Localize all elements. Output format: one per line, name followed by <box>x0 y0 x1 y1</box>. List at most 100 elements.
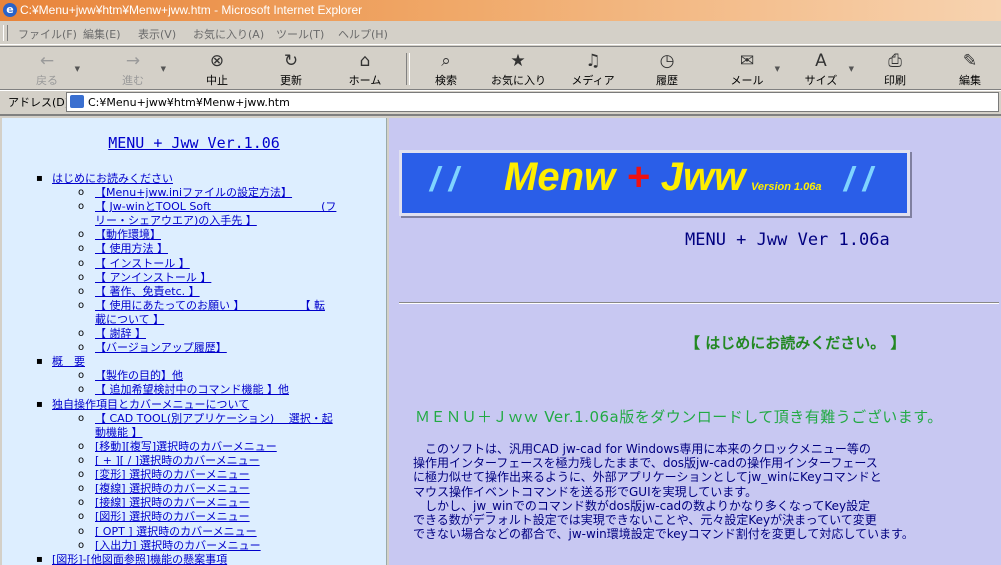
search-button[interactable]: ⌕ 検索 <box>419 51 473 87</box>
nav-link[interactable]: 【 使用方法 】 <box>95 242 168 256</box>
nav-link[interactable]: 【 Jw-winとTOOL Soft (フ <box>95 200 336 214</box>
print-button[interactable]: ⎙ 印刷 <box>868 51 922 87</box>
bullet-circle-icon: o <box>78 187 85 198</box>
forward-button[interactable]: → 進む ▼ <box>106 51 166 87</box>
printer-icon: ⎙ <box>888 51 902 71</box>
nav-link[interactable]: [移動][複写]選択時のカバーメニュー <box>95 440 277 454</box>
refresh-button[interactable]: ↻ 更新 <box>264 51 318 87</box>
home-button[interactable]: ⌂ ホーム <box>338 51 392 87</box>
back-button[interactable]: ← 戻る ▼ <box>20 51 80 87</box>
mail-icon: ✉ <box>739 51 755 71</box>
menu-edit[interactable]: 編集(E) <box>83 26 121 42</box>
menu-file[interactable]: ファイル(F) <box>18 26 77 42</box>
nav-link[interactable]: [入出力] 選択時のカバーメニュー <box>95 539 261 553</box>
nav-link[interactable]: 【 アンインストール 】 <box>95 271 211 285</box>
mail-dropdown-icon[interactable]: ▼ <box>775 65 780 73</box>
bullet-square-icon: ▪ <box>36 399 43 410</box>
nav-link[interactable]: リー・シェアウエア)の入手先 】 <box>95 214 257 228</box>
nav-link[interactable]: 載について 】 <box>95 313 164 327</box>
mail-button[interactable]: ✉ メール ▼ <box>720 51 781 87</box>
back-dropdown-icon[interactable]: ▼ <box>75 65 80 73</box>
nav-link[interactable]: 動機能 】 <box>95 426 143 440</box>
nav-link[interactable]: 概 要 <box>52 355 85 369</box>
bullet-circle-icon: o <box>78 243 85 254</box>
address-input[interactable]: C:¥Menu+jww¥htm¥Menw+jww.htm <box>66 92 999 112</box>
nav-link[interactable]: 【 インストール 】 <box>95 257 190 271</box>
size-dropdown-icon[interactable]: ▼ <box>849 65 854 73</box>
nav-link[interactable]: 【製作の目的】他 <box>95 369 183 383</box>
nav-item: o 【 使用にあたってのお願い 】 【 転 <box>2 299 386 313</box>
menu-tools[interactable]: ツール(T) <box>276 26 324 42</box>
bullet-circle-icon: o <box>78 469 85 480</box>
size-button[interactable]: A サイズ ▼ <box>794 51 854 87</box>
nav-item: o [ OPT ] 選択時のカバーメニュー <box>2 525 386 539</box>
menu-help[interactable]: ヘルプ(H) <box>338 26 388 42</box>
intro-paragraph: このソフトは、汎用CAD jw-cad for Windows専用に本来のクロッ… <box>413 442 914 542</box>
address-url[interactable]: C:¥Menu+jww¥htm¥Menw+jww.htm <box>88 96 290 109</box>
bullet-circle-icon: o <box>78 300 85 311</box>
forward-arrow-icon: → <box>125 51 141 71</box>
menubar-grip <box>3 25 8 41</box>
nav-link[interactable]: 【 追加希望検討中のコマンド機能 】他 <box>95 383 289 397</box>
bullet-circle-icon: o <box>78 272 85 283</box>
stop-button[interactable]: ⊗ 中止 <box>190 51 244 87</box>
bullet-square-icon: ▪ <box>36 554 43 565</box>
forward-dropdown-icon[interactable]: ▼ <box>161 65 166 73</box>
nav-item: o 【 インストール 】 <box>2 257 386 271</box>
favorites-button[interactable]: ★ お気に入り <box>491 51 546 87</box>
nav-link[interactable]: 【バージョンアップ履歴】 <box>95 341 227 355</box>
bullet-square-icon: ▪ <box>36 356 43 367</box>
nav-title-link[interactable]: MENU + Jww Ver.1.06 <box>2 134 386 152</box>
right-content-frame: / / Menw + Jww Version 1.06a / / MENU + … <box>389 118 1001 565</box>
page-subtitle: MENU + Jww Ver 1.06a <box>685 230 890 250</box>
nav-link[interactable]: [図形]-[他図面参照]機能の懸案事項 <box>52 553 227 565</box>
edit-document-icon: ✎ <box>962 51 978 71</box>
nav-item: o 【 CAD TOOL(別アプリケーション) 選択・起 <box>2 412 386 426</box>
nav-item: ▪ [図形]-[他図面参照]機能の懸案事項 <box>2 553 386 565</box>
media-button[interactable]: ♫ メディア <box>566 51 620 87</box>
toolbar-separator <box>406 53 410 85</box>
address-label: アドレス(D) <box>8 96 70 109</box>
nav-item: o 【 Jw-winとTOOL Soft (フ <box>2 200 386 214</box>
bullet-circle-icon: o <box>78 540 85 551</box>
nav-item: o [接線] 選択時のカバーメニュー <box>2 496 386 510</box>
nav-item: o [ + ][ / ]選択時のカバーメニュー <box>2 454 386 468</box>
nav-item: o 【 著作、免責etc. 】 <box>2 285 386 299</box>
nav-link[interactable]: [ + ][ / ]選択時のカバーメニュー <box>95 454 260 468</box>
bullet-circle-icon: o <box>78 483 85 494</box>
frameset: MENU + Jww Ver.1.06 ▪ はじめにお読みください o 【Menu+j… <box>0 114 1001 565</box>
menu-favorites[interactable]: お気に入り(A) <box>193 26 264 42</box>
left-nav-frame[interactable]: MENU + Jww Ver.1.06 ▪ はじめにお読みください o 【Menu+j… <box>2 118 387 565</box>
nav-link[interactable]: [ OPT ] 選択時のカバーメニュー <box>95 525 257 539</box>
banner-menw: Menw <box>504 155 616 199</box>
nav-link[interactable]: 【 使用にあたってのお願い 】 【 転 <box>95 299 325 313</box>
history-button[interactable]: ◷ 履歴 <box>640 51 694 87</box>
nav-link[interactable]: 【 謝辞 】 <box>95 327 146 341</box>
horizontal-rule <box>399 302 999 304</box>
bullet-circle-icon: o <box>78 201 85 212</box>
nav-link[interactable]: [接線] 選択時のカバーメニュー <box>95 496 250 510</box>
nav-item: リー・シェアウエア)の入手先 】 <box>2 214 386 228</box>
banner-jww: Jww <box>660 155 746 199</box>
nav-link[interactable]: [変形] 選択時のカバーメニュー <box>95 468 250 482</box>
stop-icon: ⊗ <box>209 51 225 71</box>
bullet-circle-icon: o <box>78 384 85 395</box>
bullet-circle-icon: o <box>78 526 85 537</box>
nav-item: ▪ はじめにお読みください <box>2 172 386 186</box>
menu-view[interactable]: 表示(V) <box>138 26 176 42</box>
nav-link[interactable]: 【Menu+jww.iniファイルの設定方法】 <box>95 186 292 200</box>
nav-link[interactable]: はじめにお読みください <box>52 172 173 186</box>
nav-item: o 【 謝辞 】 <box>2 327 386 341</box>
nav-item: o [図形] 選択時のカバーメニュー <box>2 510 386 524</box>
bullet-circle-icon: o <box>78 441 85 452</box>
nav-link[interactable]: [複線] 選択時のカバーメニュー <box>95 482 250 496</box>
nav-link[interactable]: 【 著作、免責etc. 】 <box>95 285 200 299</box>
bullet-circle-icon: o <box>78 229 85 240</box>
edit-button[interactable]: ✎ 編集 <box>943 51 997 87</box>
banner-slash-left: / / <box>430 161 458 200</box>
nav-link[interactable]: 独自操作項目とカバーメニューについて <box>52 398 249 412</box>
nav-link[interactable]: 【動作環境】 <box>95 228 161 242</box>
nav-link[interactable]: 【 CAD TOOL(別アプリケーション) 選択・起 <box>95 412 333 426</box>
bullet-circle-icon: o <box>78 497 85 508</box>
nav-link[interactable]: [図形] 選択時のカバーメニュー <box>95 510 250 524</box>
